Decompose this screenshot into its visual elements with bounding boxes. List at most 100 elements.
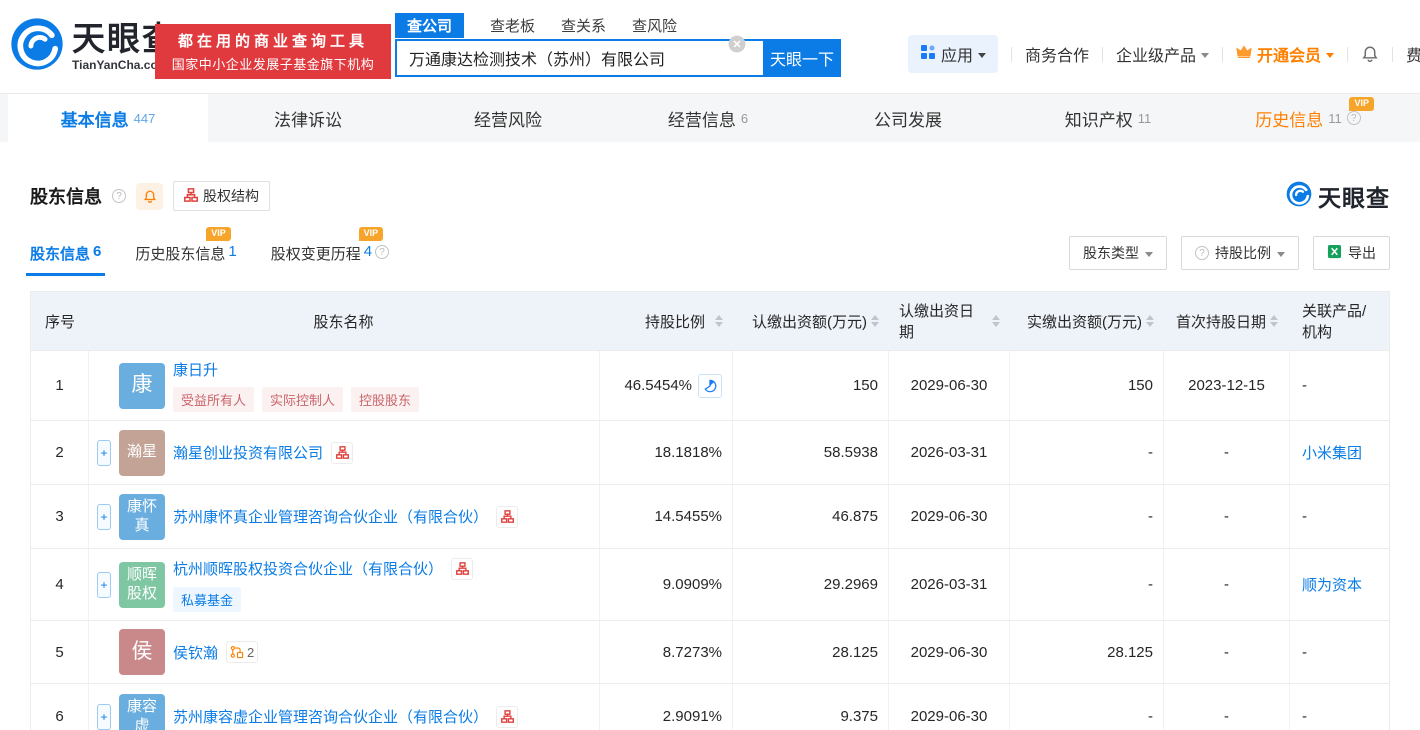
tab-operation-info[interactable]: 经营信息 6 bbox=[608, 94, 808, 142]
subscribed-date: 2029-06-30 bbox=[889, 621, 1010, 683]
col-header-first-holding-date[interactable]: 首次持股日期 bbox=[1164, 292, 1290, 350]
subscribed-date: 2029-06-30 bbox=[889, 485, 1010, 548]
related-product-link[interactable]: 小米集团 bbox=[1302, 442, 1362, 463]
first-holding-date: 2023-12-15 bbox=[1164, 351, 1290, 420]
avatar[interactable]: 侯 bbox=[119, 629, 165, 675]
paid-capital: - bbox=[1010, 684, 1164, 730]
search-tab-boss[interactable]: 查老板 bbox=[490, 13, 535, 38]
expand-button[interactable]: + bbox=[97, 503, 111, 530]
sort-icon[interactable] bbox=[992, 315, 1000, 327]
col-header-subscribed-capital[interactable]: 认缴出资额(万元) bbox=[733, 292, 889, 350]
shareholder-name-link[interactable]: 康日升 bbox=[173, 359, 218, 380]
table-row: 5 侯 侯钦瀚 2 8.7273% 28.125 2029-06-30 28.1… bbox=[31, 620, 1389, 683]
avatar[interactable]: 康容虚 bbox=[119, 693, 165, 730]
tag-private-fund: 私募基金 bbox=[173, 586, 242, 612]
banner-line1: 都在用的商业查询工具 bbox=[177, 33, 368, 50]
subscribed-capital: 150 bbox=[733, 351, 889, 420]
search-tab-relation[interactable]: 查关系 bbox=[561, 13, 606, 38]
shareholder-name-link[interactable]: 侯钦瀚 bbox=[173, 642, 218, 663]
shareholder-type-filter[interactable]: 股东类型 bbox=[1069, 236, 1167, 270]
col-header-ratio[interactable]: 持股比例 bbox=[600, 292, 733, 350]
holding-ratio: 18.1818% bbox=[600, 421, 733, 484]
help-icon[interactable]: ? bbox=[1346, 111, 1361, 125]
tab-legal-proceedings[interactable]: 法律诉讼 bbox=[208, 94, 408, 142]
row-index: 1 bbox=[31, 351, 89, 420]
table-row: 2 + 瀚星 瀚星创业投资有限公司 18.1818% 58.5938 2026-… bbox=[31, 420, 1389, 484]
chevron-down-icon bbox=[1201, 52, 1210, 58]
search-tabs: 查公司 查老板 查关系 查风险 bbox=[395, 13, 841, 38]
equity-structure-icon[interactable] bbox=[451, 557, 474, 580]
equity-structure-icon[interactable] bbox=[496, 505, 519, 528]
export-button[interactable]: 导出 bbox=[1313, 236, 1390, 270]
shareholder-name-link[interactable]: 苏州康容虚企业管理咨询合伙企业（有限合伙） bbox=[173, 706, 488, 727]
expand-button[interactable]: + bbox=[97, 703, 111, 730]
help-icon[interactable]: ? bbox=[375, 245, 390, 259]
related-companies-icon[interactable]: 2 bbox=[226, 641, 259, 663]
shareholder-section: 股东信息 ? 股权结构 天眼查 股东信息 6 VIP 历史股东信息 1 VIP … bbox=[0, 179, 1420, 730]
col-header-paid-capital[interactable]: 实缴出资额(万元) bbox=[1010, 292, 1164, 350]
table-row: 4 + 顺晖股权 杭州顺晖股权投资合伙企业（有限合伙） 私募基金 9.0909%… bbox=[31, 548, 1389, 620]
avatar[interactable]: 康怀真 bbox=[119, 493, 165, 540]
tab-company-development[interactable]: 公司发展 bbox=[808, 94, 1008, 142]
section-title: 股东信息 bbox=[30, 187, 102, 207]
subtab-shareholders[interactable]: 股东信息 6 bbox=[25, 243, 106, 276]
sort-icon[interactable] bbox=[715, 315, 723, 327]
sort-icon[interactable] bbox=[1146, 315, 1154, 327]
table-row: 1 康 康日升 受益所有人 实际控制人 控股股东 46.5454% 150 20… bbox=[31, 350, 1389, 420]
tag-controlling-shareholder: 控股股东 bbox=[351, 387, 420, 412]
shareholder-subtabs: 股东信息 6 VIP 历史股东信息 1 VIP 股权变更历程 4 ? bbox=[25, 227, 390, 276]
row-index: 5 bbox=[31, 621, 89, 683]
avatar[interactable]: 顺晖股权 bbox=[119, 561, 165, 608]
tab-history-info[interactable]: VIP 历史信息 11 ? bbox=[1208, 94, 1408, 142]
related-product: - bbox=[1302, 377, 1307, 394]
subscribed-date: 2029-06-30 bbox=[889, 684, 1010, 730]
search-tab-risk[interactable]: 查风险 bbox=[632, 13, 677, 38]
avatar[interactable]: 瀚星 bbox=[119, 429, 165, 476]
clear-search-icon[interactable] bbox=[728, 35, 746, 53]
expand-button[interactable]: + bbox=[97, 571, 111, 598]
tianyancha-logo[interactable]: 天眼查 TianYanCha.com bbox=[10, 17, 177, 76]
search-input[interactable] bbox=[395, 39, 763, 77]
promo-banner: 都在用的商业查询工具 国家中小企业发展子基金旗下机构 bbox=[155, 24, 391, 79]
shareholder-name-link[interactable]: 瀚星创业投资有限公司 bbox=[173, 442, 323, 463]
subscribed-date: 2026-03-31 bbox=[889, 549, 1010, 620]
shareholder-name-link[interactable]: 苏州康怀真企业管理咨询合伙企业（有限合伙） bbox=[173, 506, 488, 527]
subtab-history-shareholders[interactable]: VIP 历史股东信息 1 bbox=[135, 227, 237, 276]
tab-operation-risk[interactable]: 经营风险 bbox=[408, 94, 608, 142]
subscribe-bell-icon[interactable] bbox=[136, 182, 163, 210]
apps-menu[interactable]: 应用 bbox=[908, 35, 999, 73]
search-tab-company[interactable]: 查公司 bbox=[395, 13, 465, 38]
shareholder-name-link[interactable]: 杭州顺晖股权投资合伙企业（有限合伙） bbox=[173, 558, 443, 579]
notifications-bell-icon[interactable] bbox=[1361, 45, 1379, 63]
search-area: 查公司 查老板 查关系 查风险 天眼一下 bbox=[395, 13, 841, 77]
holding-ratio-filter[interactable]: ? 持股比例 bbox=[1181, 236, 1299, 270]
equity-structure-button[interactable]: 股权结构 bbox=[173, 181, 270, 211]
subscribed-capital: 29.2969 bbox=[733, 549, 889, 620]
pie-chart-icon[interactable] bbox=[698, 373, 722, 398]
expand-button[interactable]: + bbox=[97, 439, 111, 466]
user-menu[interactable]: 费米 bbox=[1406, 42, 1420, 66]
related-product: - bbox=[1302, 643, 1307, 661]
sort-icon[interactable] bbox=[871, 315, 879, 327]
equity-structure-icon[interactable] bbox=[331, 441, 354, 464]
apps-grid-icon bbox=[920, 44, 936, 65]
nav-cooperation[interactable]: 商务合作 bbox=[1025, 42, 1089, 66]
help-icon[interactable]: ? bbox=[112, 189, 126, 203]
main-tab-bar: 基本信息 447 法律诉讼 经营风险 经营信息 6 公司发展 知识产权 11 VIP … bbox=[0, 93, 1420, 142]
search-button[interactable]: 天眼一下 bbox=[763, 39, 841, 77]
equity-structure-icon[interactable] bbox=[496, 705, 519, 728]
nav-enterprise-products[interactable]: 企业级产品 bbox=[1116, 42, 1210, 66]
tab-basic-info[interactable]: 基本信息 447 bbox=[8, 94, 208, 142]
subtab-equity-change-history[interactable]: VIP 股权变更历程 4 ? bbox=[271, 227, 390, 276]
related-product: - bbox=[1302, 508, 1307, 525]
tab-intellectual-property[interactable]: 知识产权 11 bbox=[1008, 94, 1208, 142]
chevron-down-icon bbox=[978, 52, 987, 58]
related-product-link[interactable]: 顺为资本 bbox=[1302, 574, 1362, 595]
open-vip-menu[interactable]: 开通会员 bbox=[1236, 42, 1335, 66]
col-header-subscribed-date[interactable]: 认缴出资日期 bbox=[889, 292, 1010, 350]
shareholders-table: 序号 股东名称 持股比例 认缴出资额(万元) 认缴出资日期 实缴出资额(万元) … bbox=[30, 291, 1390, 730]
table-row: 6 + 康容虚 苏州康容虚企业管理咨询合伙企业（有限合伙） 2.9091% 9.… bbox=[31, 683, 1389, 730]
avatar[interactable]: 康 bbox=[119, 362, 165, 409]
sort-icon[interactable] bbox=[1270, 315, 1278, 327]
holding-ratio: 46.5454% bbox=[624, 377, 692, 394]
